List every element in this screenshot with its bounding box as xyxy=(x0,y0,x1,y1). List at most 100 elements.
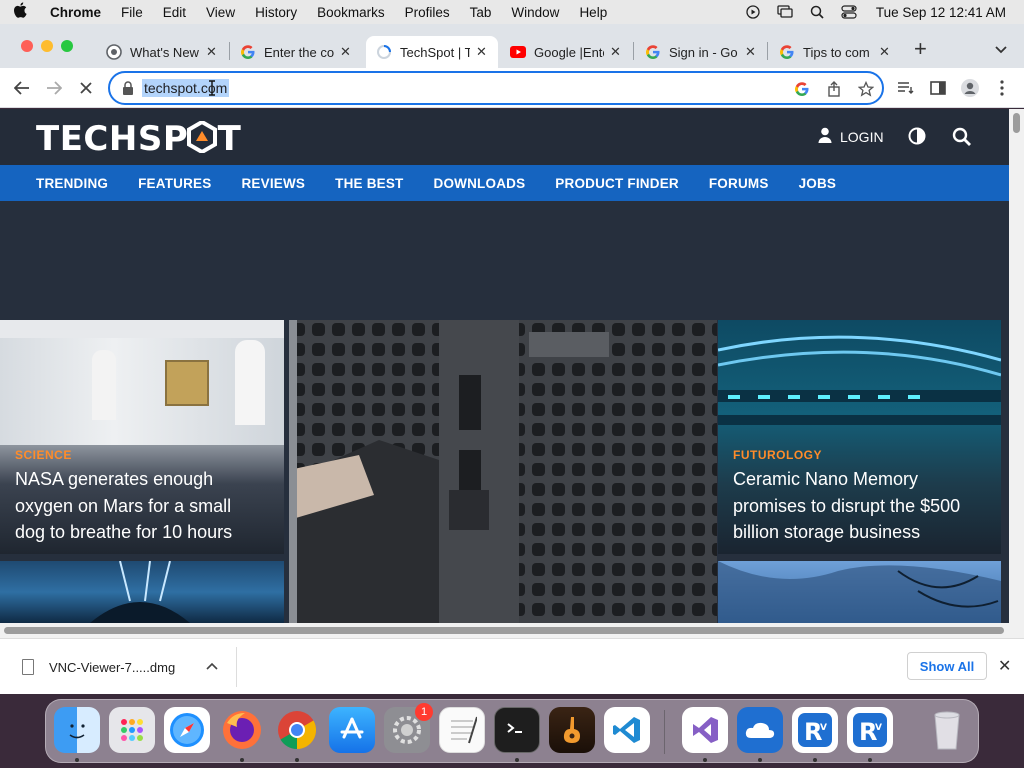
tab-title: Tips to com xyxy=(803,44,870,60)
vertical-scroll-thumb[interactable] xyxy=(1013,113,1020,133)
nav-reviews[interactable]: REVIEWS xyxy=(241,176,305,191)
garageband-icon[interactable] xyxy=(549,707,595,753)
chrome-dock-icon[interactable] xyxy=(274,707,320,753)
logo-hexagon-icon xyxy=(187,119,217,155)
download-options-chevron-icon[interactable] xyxy=(206,657,218,673)
nav-the-best[interactable]: THE BEST xyxy=(335,176,403,191)
tab-close-icon[interactable]: ✕ xyxy=(340,44,351,60)
tab-title: Google |Ente xyxy=(534,44,604,60)
horizontal-scrollbar[interactable] xyxy=(0,623,1024,638)
close-window-button[interactable] xyxy=(21,40,33,52)
menu-file[interactable]: File xyxy=(111,5,153,20)
nav-product-finder[interactable]: PRODUCT FINDER xyxy=(555,176,679,191)
download-item[interactable]: VNC-Viewer-7.....dmg xyxy=(49,660,175,675)
lock-icon[interactable] xyxy=(122,81,136,95)
article-card-space[interactable] xyxy=(0,561,284,623)
menu-edit[interactable]: Edit xyxy=(153,5,196,20)
nav-trending[interactable]: TRENDING xyxy=(36,176,108,191)
finder-icon[interactable] xyxy=(54,707,100,753)
screen-mirroring-icon[interactable] xyxy=(776,5,794,19)
vnc-viewer-icon[interactable]: RV xyxy=(792,707,838,753)
horizontal-scroll-thumb[interactable] xyxy=(4,627,1004,634)
tab-enter-the-code[interactable]: Enter the co ✕ xyxy=(240,36,351,68)
tab-techspot[interactable]: TechSpot | T ✕ xyxy=(366,36,498,68)
site-search-icon[interactable] xyxy=(952,127,972,147)
bookmark-star-icon[interactable] xyxy=(856,79,876,99)
menu-help[interactable]: Help xyxy=(569,5,617,20)
spotlight-search-icon[interactable] xyxy=(808,5,826,19)
tab-close-icon[interactable]: ✕ xyxy=(745,44,756,60)
launchpad-icon[interactable] xyxy=(109,707,155,753)
back-button[interactable] xyxy=(10,76,34,100)
menu-bookmarks[interactable]: Bookmarks xyxy=(307,5,395,20)
share-icon[interactable] xyxy=(824,79,844,99)
minimize-window-button[interactable] xyxy=(41,40,53,52)
drive-grille-image xyxy=(289,320,717,623)
menu-app-name[interactable]: Chrome xyxy=(40,5,111,20)
theme-toggle-icon[interactable] xyxy=(908,127,928,147)
google-icon xyxy=(779,44,795,60)
play-circle-icon[interactable] xyxy=(744,5,762,19)
chrome-menu-icon[interactable] xyxy=(990,76,1014,100)
tab-search-chevron-icon[interactable] xyxy=(994,42,1008,60)
tab-separator xyxy=(229,42,230,60)
svg-text:V: V xyxy=(820,723,827,733)
nav-jobs[interactable]: JOBS xyxy=(799,176,837,191)
textedit-icon[interactable] xyxy=(439,707,485,753)
tab-close-icon[interactable]: ✕ xyxy=(206,44,217,60)
zoom-window-button[interactable] xyxy=(61,40,73,52)
app-store-icon[interactable] xyxy=(329,707,375,753)
safari-icon[interactable] xyxy=(164,707,210,753)
new-tab-button[interactable]: + xyxy=(914,38,934,60)
tab-whats-new[interactable]: What's New ✕ xyxy=(106,36,217,68)
tab-sign-in[interactable]: Sign in - Go ✕ xyxy=(645,36,756,68)
google-lens-icon[interactable] xyxy=(792,79,812,99)
login-button[interactable]: LOGIN xyxy=(818,127,884,146)
menu-tab[interactable]: Tab xyxy=(460,5,502,20)
onedrive-icon[interactable] xyxy=(737,707,783,753)
show-all-button[interactable]: Show All xyxy=(907,652,987,680)
address-bar[interactable]: techspot.com xyxy=(108,71,884,105)
trash-icon[interactable] xyxy=(924,707,970,753)
vscode-icon[interactable] xyxy=(604,707,650,753)
nav-features[interactable]: FEATURES xyxy=(138,176,211,191)
menu-window[interactable]: Window xyxy=(501,5,569,20)
server-rack-image xyxy=(718,320,1001,450)
forward-button[interactable] xyxy=(42,76,66,100)
reading-list-icon[interactable] xyxy=(894,76,918,100)
article-card-nasa[interactable]: SCIENCE NASA generates enough oxygen on … xyxy=(0,320,284,554)
tab-close-icon[interactable]: ✕ xyxy=(476,44,487,60)
hero-image-card[interactable] xyxy=(289,320,717,623)
apple-menu-icon[interactable] xyxy=(0,1,40,23)
article-category: FUTUROLOGY xyxy=(733,448,822,462)
vertical-scrollbar[interactable] xyxy=(1009,109,1024,623)
nav-downloads[interactable]: DOWNLOADS xyxy=(434,176,526,191)
menu-profiles[interactable]: Profiles xyxy=(395,5,460,20)
menu-history[interactable]: History xyxy=(245,5,307,20)
menu-clock[interactable]: Tue Sep 12 12:41 AM xyxy=(876,5,1006,20)
close-download-bar-icon[interactable]: ✕ xyxy=(998,656,1011,676)
fractal-map-image xyxy=(718,561,1001,623)
control-center-icon[interactable] xyxy=(840,5,858,19)
article-category: SCIENCE xyxy=(15,448,72,462)
side-panel-icon[interactable] xyxy=(926,76,950,100)
site-nav: TRENDING FEATURES REVIEWS THE BEST DOWNL… xyxy=(0,165,1009,201)
tab-close-icon[interactable]: ✕ xyxy=(879,44,890,60)
article-headline[interactable]: Ceramic Nano Memory promises to disrupt … xyxy=(733,466,983,546)
nav-forums[interactable]: FORUMS xyxy=(709,176,769,191)
article-card-map[interactable] xyxy=(718,561,1001,623)
terminal-icon[interactable] xyxy=(494,707,540,753)
tab-close-icon[interactable]: ✕ xyxy=(610,44,621,60)
article-card-ceramic[interactable]: FUTUROLOGY Ceramic Nano Memory promises … xyxy=(718,320,1001,554)
stop-loading-button[interactable] xyxy=(74,76,98,100)
firefox-icon[interactable] xyxy=(219,707,265,753)
tab-youtube[interactable]: Google |Ente ✕ xyxy=(510,36,621,68)
tab-tips[interactable]: Tips to com ✕ xyxy=(779,36,890,68)
download-bar: VNC-Viewer-7.....dmg Show All ✕ xyxy=(0,638,1024,694)
profile-avatar-icon[interactable] xyxy=(958,76,982,100)
vnc-viewer-2-icon[interactable]: RV xyxy=(847,707,893,753)
visual-studio-icon[interactable] xyxy=(682,707,728,753)
menu-view[interactable]: View xyxy=(196,5,245,20)
url-text[interactable]: techspot.com xyxy=(142,79,230,97)
article-headline[interactable]: NASA generates enough oxygen on Mars for… xyxy=(15,466,265,546)
